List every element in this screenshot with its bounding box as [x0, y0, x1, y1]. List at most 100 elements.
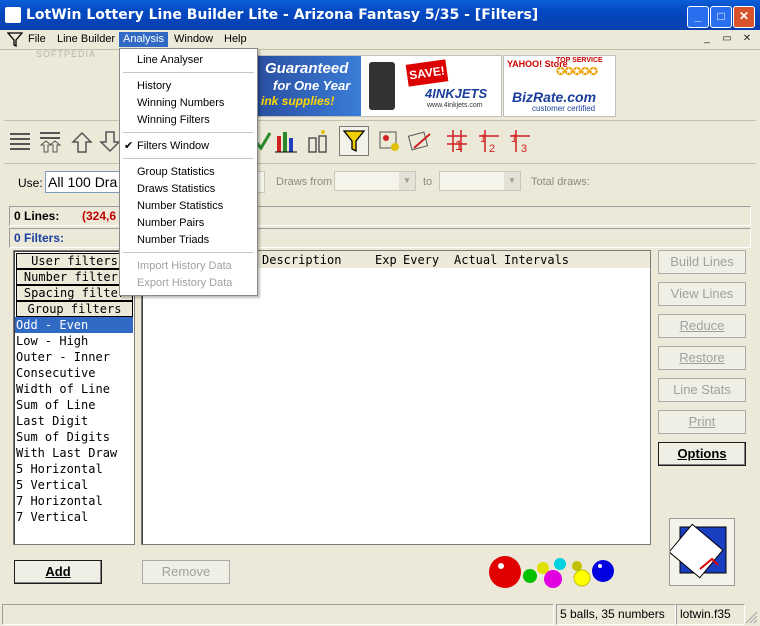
- number-grid-3-icon[interactable]: 13: [508, 128, 532, 154]
- add-button[interactable]: Add: [14, 560, 102, 584]
- ball-icon: [523, 569, 537, 583]
- reduce-button[interactable]: Reduce: [658, 314, 746, 338]
- menu-number-statistics[interactable]: Number Statistics: [137, 199, 223, 214]
- line-stats-button[interactable]: Line Stats: [658, 378, 746, 402]
- menu-import-history-data[interactable]: Import History Data: [137, 259, 232, 274]
- menu-help[interactable]: Help: [220, 32, 251, 47]
- options-button[interactable]: Options: [658, 442, 746, 466]
- filter-item-5-vertical[interactable]: 5 Vertical: [15, 477, 133, 493]
- menu-separator: [123, 72, 254, 73]
- ball-icon: [572, 561, 582, 571]
- menu-group-statistics[interactable]: Group Statistics: [137, 165, 215, 180]
- grid-col-exp[interactable]: Exp: [375, 253, 397, 267]
- ratings-banner[interactable]: YAHOO! Store TOP SERVICE ✪✪✪✪✪ BizRate.c…: [503, 55, 616, 117]
- rating-stars-icon: ✪✪✪✪✪: [556, 66, 598, 78]
- svg-text:3: 3: [521, 143, 527, 154]
- group-filters-button[interactable]: Group filters: [16, 301, 133, 317]
- ad-banner[interactable]: Guaranteed for One Year ink supplies! SA…: [256, 55, 502, 117]
- minimize-button[interactable]: _: [687, 6, 709, 28]
- remove-button[interactable]: Remove: [142, 560, 230, 584]
- status-bar: 5 balls, 35 numbers lotwin.f35: [0, 602, 760, 626]
- filters-label: 0 Filters:: [14, 231, 65, 245]
- watermark: SOFTPEDIA: [36, 49, 97, 59]
- draws-from-combo[interactable]: ▼: [334, 171, 416, 191]
- filter-funnel-large-icon: [342, 130, 366, 153]
- draws-from-label: Draws from: [276, 176, 333, 188]
- bottles-icon[interactable]: [306, 128, 330, 154]
- save-badge: SAVE!: [405, 59, 449, 87]
- filter-toolbar-button[interactable]: [339, 126, 369, 156]
- filter-item-width-of-line[interactable]: Width of Line: [15, 381, 133, 397]
- filter-item-sum-of-line[interactable]: Sum of Line: [15, 397, 133, 413]
- menu-bar: File Line Builder Analysis Window Help _…: [0, 30, 760, 50]
- filter-item-5-horizontal[interactable]: 5 Horizontal: [15, 461, 133, 477]
- ball-icon: [592, 560, 614, 582]
- draws-to-combo[interactable]: ▼: [439, 171, 521, 191]
- filter-item-7-vertical[interactable]: 7 Vertical: [15, 509, 133, 525]
- ticket-edit-icon[interactable]: [408, 128, 432, 154]
- status-balls: 5 balls, 35 numbers: [556, 604, 676, 625]
- filter-item-last-digit[interactable]: Last Digit: [15, 413, 133, 429]
- menu-analysis[interactable]: Analysis: [119, 32, 168, 47]
- spacing-filters-button[interactable]: Spacing filter: [16, 285, 133, 301]
- brand-4inkjets: 4INKJETS: [425, 86, 488, 101]
- restore-button[interactable]: Restore: [658, 346, 746, 370]
- bizrate-label: BizRate.com: [512, 89, 597, 105]
- app-icon: [5, 7, 21, 23]
- ball-icon: [489, 556, 521, 588]
- resize-grip-icon[interactable]: [744, 610, 758, 624]
- chevron-down-icon: ▼: [399, 172, 415, 190]
- filter-item-with-last-draw[interactable]: With Last Draw: [15, 445, 133, 461]
- menu-draws-statistics[interactable]: Draws Statistics: [137, 182, 215, 197]
- filter-item-consecutive[interactable]: Consecutive: [15, 365, 133, 381]
- total-draws-label: Total draws:: [531, 176, 590, 188]
- status-message: [2, 604, 554, 625]
- mdi-minimize-button[interactable]: _: [700, 33, 714, 45]
- menu-number-pairs[interactable]: Number Pairs: [137, 216, 204, 231]
- mdi-close-button[interactable]: ✕: [740, 33, 754, 45]
- menu-export-history-data[interactable]: Export History Data: [137, 276, 232, 291]
- close-button[interactable]: ✕: [733, 6, 755, 28]
- menu-winning-numbers[interactable]: Winning Numbers: [137, 96, 224, 111]
- grid-col-every[interactable]: Every: [403, 253, 439, 267]
- menu-separator: [123, 132, 254, 133]
- filter-item-7-horizontal[interactable]: 7 Horizontal: [15, 493, 133, 509]
- filter-item-low-high[interactable]: Low - High: [15, 333, 133, 349]
- number-grid-2-icon[interactable]: 12: [477, 128, 501, 154]
- menu-file[interactable]: File: [24, 32, 50, 47]
- menu-winning-filters[interactable]: Winning Filters: [137, 113, 210, 128]
- build-lines-button[interactable]: Build Lines: [658, 250, 746, 274]
- menu-filters-window[interactable]: Filters Window: [137, 139, 209, 154]
- ad-subline-2: ink supplies!: [261, 94, 335, 108]
- line-list-icon[interactable]: [8, 128, 32, 154]
- grid-col-actual[interactable]: Actual: [454, 253, 497, 267]
- brand-url: www.4inkjets.com: [427, 102, 483, 109]
- filter-item-outer-inner[interactable]: Outer - Inner: [15, 349, 133, 365]
- balls-grid-icon[interactable]: [378, 128, 402, 154]
- user-filters-button[interactable]: User filters: [16, 253, 133, 269]
- menu-separator: [123, 158, 254, 159]
- print-button[interactable]: Print: [658, 410, 746, 434]
- number-grid-1-icon[interactable]: 1: [445, 128, 469, 154]
- lines-label: 0 Lines:: [14, 209, 60, 223]
- menu-number-triads[interactable]: Number Triads: [137, 233, 209, 248]
- menu-line-analyser[interactable]: Line Analyser: [137, 53, 203, 68]
- menu-history[interactable]: History: [137, 79, 171, 94]
- mdi-restore-button[interactable]: ▭: [720, 33, 734, 45]
- maximize-button[interactable]: □: [710, 6, 732, 28]
- filter-item-odd-even[interactable]: Odd - Even: [15, 317, 133, 333]
- ad-subline: for One Year: [273, 78, 351, 93]
- filter-item-sum-of-digits[interactable]: Sum of Digits: [15, 429, 133, 445]
- use-draws-combo[interactable]: All 100 Dra: [45, 171, 121, 193]
- menu-line-builder[interactable]: Line Builder: [53, 32, 119, 47]
- view-lines-button[interactable]: View Lines: [658, 282, 746, 306]
- bar-chart-icon[interactable]: [274, 128, 298, 154]
- grid-col-intervals[interactable]: Intervals: [504, 253, 569, 267]
- number-filters-button[interactable]: Number filters: [16, 269, 133, 285]
- move-up-icon[interactable]: [38, 128, 62, 154]
- use-draws-value: All 100 Dra: [48, 174, 118, 190]
- move-top-icon[interactable]: [70, 128, 94, 154]
- grid-col-description[interactable]: Description: [262, 253, 341, 267]
- ad-headline: Guaranteed: [265, 60, 349, 77]
- menu-window[interactable]: Window: [170, 32, 217, 47]
